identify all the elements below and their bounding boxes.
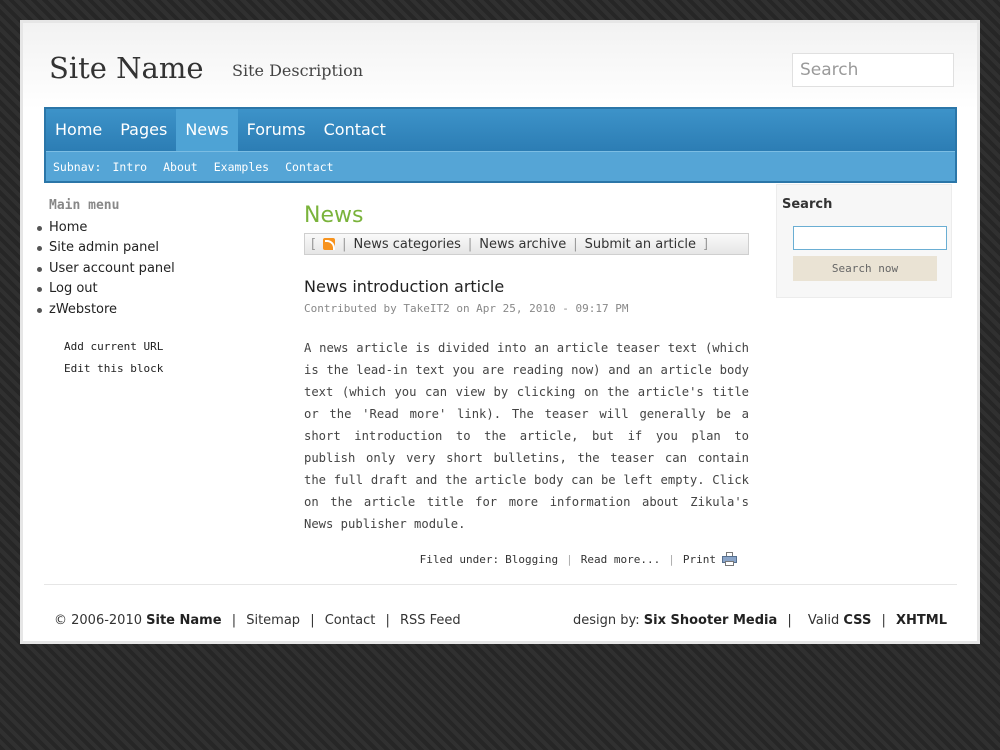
article-title[interactable]: News introduction article (304, 277, 749, 296)
bracket-close: ] (703, 236, 709, 252)
main-menu-title: Main menu (49, 198, 120, 213)
footer-right: design by: Six Shooter Media | Valid CSS… (573, 613, 947, 628)
sub-nav: Subnav: Intro About Examples Contact (46, 151, 955, 181)
copyright: © 2006-2010 (54, 613, 142, 628)
search-block-title: Search (782, 197, 833, 212)
designer-link[interactable]: Six Shooter Media (644, 613, 777, 628)
menu-item-label: Log out (49, 281, 98, 297)
menu-item-label: Home (49, 220, 88, 235)
subnav-link-examples[interactable]: Examples (214, 160, 269, 174)
separator: | (231, 613, 237, 628)
page-title: News (304, 203, 364, 228)
page-container: Site Name Site Description Home Pages Ne… (20, 20, 980, 644)
header-search-input[interactable] (792, 53, 954, 87)
bullet-icon (37, 246, 42, 252)
category-link[interactable]: Blogging (505, 553, 558, 566)
main-menu: Home Site admin panel User account panel… (37, 218, 269, 320)
separator: | (385, 613, 390, 628)
article-teaser: A news article is divided into an articl… (304, 341, 749, 531)
subnav-link-contact[interactable]: Contact (285, 160, 333, 174)
separator: | (787, 613, 792, 628)
bullet-icon (37, 266, 42, 272)
separator: | (881, 613, 886, 628)
left-sidebar: Main menu Home Site admin panel User acc… (37, 198, 269, 380)
design-by-label: design by: (573, 613, 640, 628)
sitemap-link[interactable]: Sitemap (246, 613, 300, 628)
printer-icon[interactable] (722, 552, 737, 566)
contact-link[interactable]: Contact (325, 613, 376, 628)
menu-item-site-admin-panel[interactable]: Site admin panel (37, 238, 269, 258)
article-meta: Contributed by TakeIT2 on Apr 25, 2010 -… (304, 302, 629, 315)
site-header: Site Name Site Description (23, 23, 977, 109)
menu-item-user-account-panel[interactable]: User account panel (37, 259, 269, 279)
menu-item-zwebstore[interactable]: zWebstore (37, 300, 269, 320)
subnav-link-intro[interactable]: Intro (112, 160, 147, 174)
navigation: Home Pages News Forums Contact Subnav: I… (44, 107, 957, 183)
separator: | (566, 552, 573, 566)
subnav-label: Subnav: (53, 159, 102, 174)
bracket-open: [ (311, 236, 317, 252)
main-nav: Home Pages News Forums Contact (46, 109, 955, 151)
separator: | (342, 236, 347, 252)
news-categories-link[interactable]: News categories (353, 237, 460, 252)
separator: | (467, 236, 473, 252)
menu-item-label: Site admin panel (49, 240, 160, 256)
rss-icon[interactable] (323, 238, 336, 250)
search-input[interactable] (793, 226, 947, 250)
article-footer: Filed under: Blogging | Read more... | P… (304, 552, 749, 566)
menu-item-label: zWebstore (49, 301, 118, 317)
site-name[interactable]: Site Name (49, 51, 204, 85)
news-archive-link[interactable]: News archive (479, 237, 566, 252)
footer-site-name[interactable]: Site Name (146, 613, 221, 628)
rss-feed-link[interactable]: RSS Feed (400, 613, 461, 628)
site-description: Site Description (232, 61, 364, 80)
news-toolbar: [ | News categories | News archive | Sub… (304, 233, 749, 255)
separator: | (310, 613, 315, 628)
main-content: News [ | News categories | News archive … (304, 203, 749, 566)
nav-item-contact[interactable]: Contact (315, 109, 395, 151)
bullet-icon (37, 307, 42, 313)
bullet-icon (37, 287, 42, 293)
nav-item-news[interactable]: News (176, 109, 238, 151)
nav-item-forums[interactable]: Forums (238, 109, 315, 151)
edit-block-link[interactable]: Edit this block (64, 358, 269, 380)
site-footer: © 2006-2010 Site Name | Sitemap | Contac… (44, 584, 957, 642)
block-admin-links: Add current URL Edit this block (64, 336, 269, 380)
menu-item-log-out[interactable]: Log out (37, 279, 269, 299)
bullet-icon (37, 226, 42, 231)
nav-item-home[interactable]: Home (46, 109, 111, 151)
filed-under-label: Filed under: (419, 552, 500, 566)
search-now-button[interactable]: Search now (793, 256, 937, 281)
right-sidebar-search: Search Search now (776, 184, 952, 298)
submit-article-link[interactable]: Submit an article (585, 237, 696, 252)
print-link[interactable]: Print (683, 553, 716, 566)
valid-xhtml-link[interactable]: XHTML (896, 613, 947, 628)
menu-item-label: User account panel (49, 260, 175, 276)
valid-label: Valid (807, 613, 840, 628)
subnav-link-about[interactable]: About (163, 160, 198, 174)
menu-item-home[interactable]: Home (37, 218, 269, 238)
separator: | (668, 552, 675, 566)
nav-item-pages[interactable]: Pages (111, 109, 176, 151)
read-more-link[interactable]: Read more... (581, 553, 660, 566)
add-current-url-link[interactable]: Add current URL (64, 336, 269, 358)
separator: | (573, 236, 578, 252)
footer-left: © 2006-2010 Site Name | Sitemap | Contac… (54, 613, 461, 628)
valid-css-link[interactable]: CSS (843, 613, 871, 628)
